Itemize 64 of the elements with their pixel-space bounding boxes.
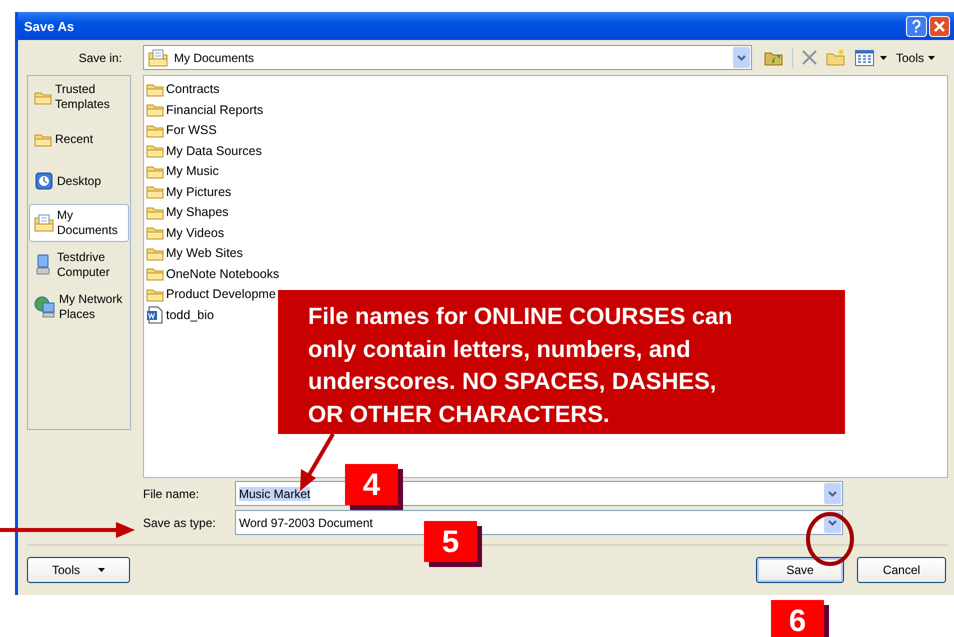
save-as-type-label: Save as type: [143, 516, 217, 530]
dialog-button[interactable]: Save [756, 557, 844, 583]
places-item[interactable]: Trusted Templates [29, 78, 129, 116]
views-menu-icon[interactable] [855, 50, 887, 66]
chevron-down-icon [737, 54, 746, 60]
file-item[interactable]: My Pictures [166, 184, 232, 199]
places-item[interactable]: Testdrive Computer [29, 246, 129, 284]
folder-icon [146, 82, 164, 97]
step-number: 6 [771, 600, 824, 637]
network-computer-icon [34, 296, 56, 318]
step-number: 4 [345, 464, 398, 505]
chevron-down-icon [828, 490, 837, 496]
folder-icon [146, 143, 164, 158]
file-name-label: File name: [143, 486, 200, 500]
file-item[interactable]: Contracts [166, 82, 220, 96]
folder-icon [146, 164, 164, 179]
tools-menu[interactable]: Tools [896, 50, 936, 64]
step-number: 5 [424, 521, 477, 562]
places-item[interactable]: Recent [29, 120, 129, 158]
dialog-button[interactable]: Tools [27, 557, 130, 583]
dialog-button[interactable]: Cancel [857, 557, 946, 583]
folder-icon [146, 246, 164, 261]
file-item[interactable]: Product Developme [166, 287, 276, 302]
help-icon[interactable] [906, 16, 927, 36]
window-title: Save As [24, 18, 74, 34]
documents-folder-icon [148, 48, 168, 68]
places-item[interactable]: My Network Places [29, 288, 129, 326]
file-item[interactable]: My Data Sources [166, 144, 262, 158]
save-in-dropdown[interactable]: My Documents [143, 45, 752, 70]
file-item[interactable]: My Videos [166, 226, 224, 240]
folder-icon [146, 122, 164, 138]
file-item[interactable]: todd_bio [166, 308, 214, 322]
file-item[interactable]: My Music [166, 164, 219, 178]
save-in-label: Save in: [78, 50, 123, 64]
callout-text: only contain letters, numbers, and [308, 334, 692, 364]
file-item[interactable]: Financial Reports [166, 102, 264, 117]
folder-icon [146, 225, 164, 240]
up-folder-icon[interactable] [764, 50, 783, 66]
highlight-circle [806, 512, 854, 566]
folder-icon [146, 102, 164, 118]
folder-icon [146, 266, 164, 282]
callout-text: OR OTHER CHARACTERS. [308, 400, 611, 428]
callout-text: File names for ONLINE COURSES can [308, 302, 734, 331]
places-item[interactable]: My Documents [29, 204, 129, 242]
places-item[interactable]: Desktop [29, 162, 129, 200]
callout-text: underscores. NO SPACES, DASHES, [308, 367, 718, 396]
folder-icon [146, 286, 164, 302]
word-document-icon [146, 306, 164, 324]
folder-icon [34, 90, 52, 104]
caret-icon [98, 568, 105, 572]
file-item[interactable]: For WSS [166, 123, 217, 138]
caret-icon [880, 56, 887, 60]
file-item[interactable]: My Shapes [166, 205, 229, 220]
folder-icon [34, 132, 52, 146]
folder-icon [146, 184, 164, 200]
folder-icon [146, 204, 164, 220]
file-item[interactable]: OneNote Notebooks [166, 266, 280, 281]
caret-icon [928, 56, 936, 60]
file-item[interactable]: My Web Sites [166, 246, 243, 260]
grid-view-icon [855, 50, 874, 66]
delete-icon[interactable] [802, 50, 817, 65]
close-icon[interactable] [929, 16, 950, 36]
chevron-down-icon [828, 520, 837, 526]
documents-folder-icon [34, 213, 54, 233]
